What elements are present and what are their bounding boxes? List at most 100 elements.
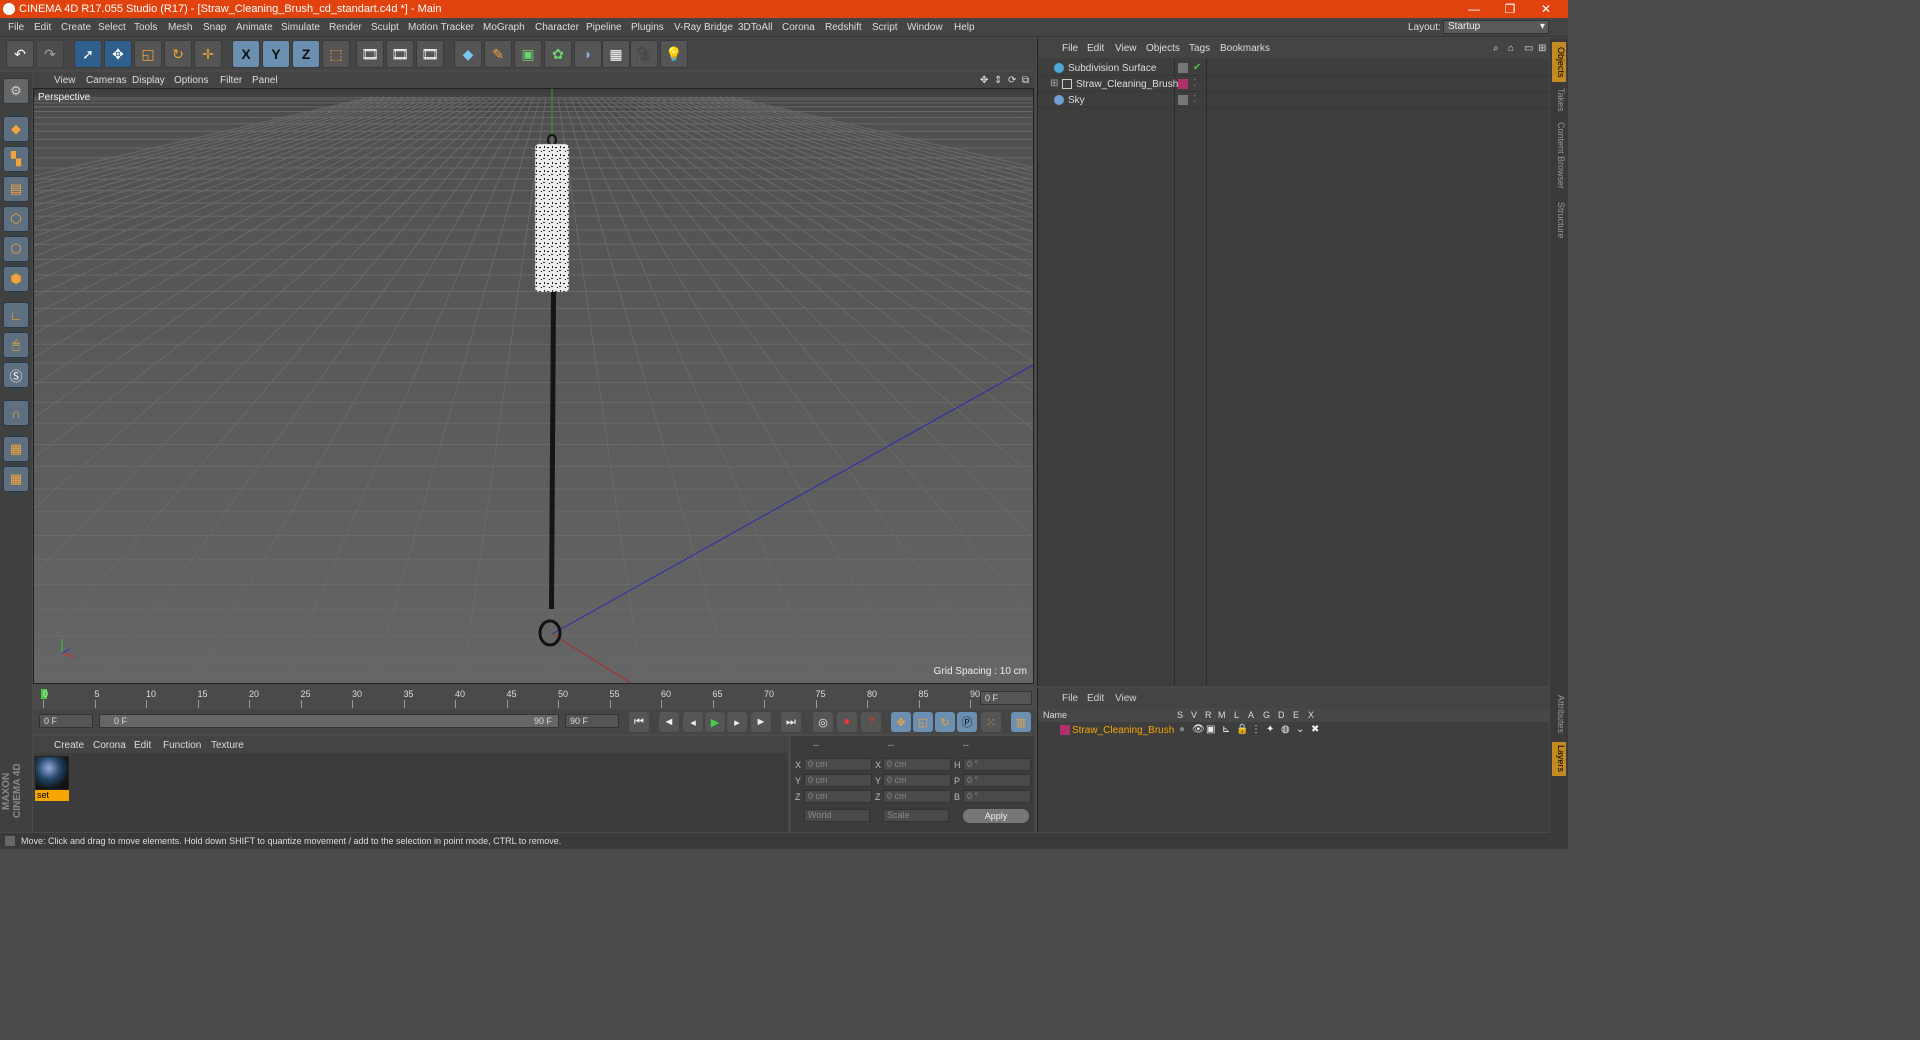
floor-environment-icon[interactable]: ▦ [602, 40, 630, 68]
menu-window[interactable]: Window [907, 22, 943, 33]
go-to-start-icon[interactable]: ⏮ [629, 712, 649, 732]
x-axis-lock-button[interactable]: X [232, 40, 260, 68]
menu-snap[interactable]: Snap [203, 22, 226, 33]
frame-range-slider[interactable]: 0 F 90 F [99, 714, 559, 728]
object-menu-view[interactable]: View [1115, 43, 1137, 54]
editor-visibility-icon[interactable] [1178, 95, 1188, 105]
menu-simulate[interactable]: Simulate [281, 22, 320, 33]
position-z-field[interactable]: 0 cm [804, 790, 872, 803]
live-selection-icon[interactable]: ✛ [194, 40, 222, 68]
menu-sculpt[interactable]: Sculpt [371, 22, 399, 33]
object-menu-file[interactable]: File [1062, 43, 1078, 54]
tab-structure[interactable]: Structure [1552, 198, 1566, 242]
position-x-field[interactable]: 0 cm [804, 758, 872, 771]
tab-takes[interactable]: Takes [1552, 86, 1566, 114]
menu-animate[interactable]: Animate [236, 22, 273, 33]
menu-plugins[interactable]: Plugins [631, 22, 664, 33]
move-tool-icon[interactable]: ✥ [104, 40, 132, 68]
edges-mode-icon[interactable]: ⬡ [3, 236, 29, 262]
visibility-dots-icon[interactable]: ⁚ [1193, 78, 1196, 89]
size-x-field[interactable]: 0 cm [883, 758, 951, 771]
select-tool-icon[interactable]: ➚ [74, 40, 102, 68]
editor-visibility-icon[interactable] [1178, 63, 1188, 73]
viewport-maximize-icon[interactable]: ⧉ [1022, 75, 1029, 86]
expressions-toggle-icon[interactable]: ⌄ [1296, 724, 1304, 735]
workplane-settings-icon[interactable]: ▦ [3, 466, 29, 492]
apply-button[interactable]: Apply [963, 809, 1029, 823]
menu-corona[interactable]: Corona [782, 22, 815, 33]
material-swatch[interactable]: set [35, 756, 69, 802]
layer-menu-edit[interactable]: Edit [1087, 693, 1104, 704]
workplane-lock-icon[interactable]: ▦ [3, 436, 29, 462]
tab-attributes[interactable]: Attributes [1552, 690, 1566, 738]
viewport-menu-cameras[interactable]: Cameras [86, 75, 127, 86]
z-axis-lock-button[interactable]: Z [292, 40, 320, 68]
previous-frame-icon[interactable]: ◂ [683, 712, 703, 732]
material-menu-function[interactable]: Function [163, 740, 201, 751]
render-view-icon[interactable]: 🎞 [356, 40, 384, 68]
viewport-zoom-icon[interactable]: ⇕ [994, 75, 1002, 86]
close-button[interactable]: ✕ [1528, 1, 1564, 17]
viewport-menu-view[interactable]: View [54, 75, 76, 86]
start-frame-field[interactable]: 0 F [39, 714, 93, 728]
timeline-ruler[interactable]: 0 5 10 15 20 25 30 35 40 45 50 55 60 65 70 75 80 85 90 0 F [33, 686, 1034, 710]
visible-toggle-icon[interactable]: 👁 [1192, 724, 1205, 735]
animation-toggle-icon[interactable]: ⋮ [1251, 724, 1261, 735]
scale-tool-icon[interactable]: ◱ [134, 40, 162, 68]
layer-row[interactable]: Straw_Cleaning_Brush ● 👁 ▣ ⊾ 🔒 ⋮ ✦ ◍ ⌄ ✖ [1038, 722, 1550, 738]
menu-mesh[interactable]: Mesh [168, 22, 192, 33]
object-row-straw-cleaning-brush[interactable]: ⊞ Straw_Cleaning_Brush ⁚ [1038, 76, 1550, 92]
rotation-p-field[interactable]: 0 ° [963, 774, 1031, 787]
subdivision-surface-icon[interactable]: ▣ [514, 40, 542, 68]
position-y-field[interactable]: 0 cm [804, 774, 872, 787]
material-menu-texture[interactable]: Texture [211, 740, 244, 751]
viewport-scene[interactable] [34, 89, 1034, 684]
size-z-field[interactable]: 0 cm [883, 790, 951, 803]
viewport-rotate-icon[interactable]: ⟳ [1008, 75, 1016, 86]
next-key-icon[interactable]: ► [751, 712, 771, 732]
menu-redshift[interactable]: Redshift [825, 22, 862, 33]
render-picture-viewer-icon[interactable]: 🎞 [386, 40, 414, 68]
xref-toggle-icon[interactable]: ✖ [1311, 724, 1319, 735]
render-toggle-icon[interactable]: ▣ [1206, 724, 1215, 735]
object-menu-objects[interactable]: Objects [1146, 43, 1180, 54]
deformers-toggle-icon[interactable]: ◍ [1281, 724, 1290, 735]
enabled-check-icon[interactable]: ✔ [1193, 62, 1201, 73]
menu-pipeline[interactable]: Pipeline [586, 22, 622, 33]
viewport-menu-options[interactable]: Options [174, 75, 208, 86]
menu-vray-bridge[interactable]: V-Ray Bridge [674, 22, 733, 33]
manager-toggle-icon[interactable]: ⊾ [1222, 724, 1230, 735]
menu-script[interactable]: Script [872, 22, 898, 33]
key-pla-icon[interactable]: ⁙ [981, 712, 1001, 732]
object-menu-edit[interactable]: Edit [1087, 43, 1104, 54]
keyframe-selection-icon[interactable]: ? [861, 712, 881, 732]
object-menu-bookmarks[interactable]: Bookmarks [1220, 43, 1270, 54]
menu-motion-tracker[interactable]: Motion Tracker [408, 22, 474, 33]
timeline-window-icon[interactable]: ▥ [1011, 712, 1031, 732]
go-to-end-icon[interactable]: ⏭ [781, 712, 801, 732]
tab-layers[interactable]: Layers [1552, 742, 1566, 776]
workplane-mode-icon[interactable]: ▤ [3, 176, 29, 202]
coordinate-system-icon[interactable]: ⬚ [322, 40, 350, 68]
key-rotation-icon[interactable]: ↻ [935, 712, 955, 732]
lock-toggle-icon[interactable]: 🔒 [1236, 724, 1248, 735]
menu-3dtoall[interactable]: 3DToAll [738, 22, 772, 33]
3d-viewport[interactable]: Perspective Grid Spacing : 10 cm [33, 88, 1034, 684]
camera-icon[interactable]: 🎥 [630, 40, 658, 68]
viewport-menu-filter[interactable]: Filter [220, 75, 242, 86]
layer-menu-view[interactable]: View [1115, 693, 1137, 704]
expand-icon[interactable]: ⊞ [1538, 43, 1546, 54]
current-frame-field[interactable]: 0 F [980, 691, 1032, 705]
viewport-move-icon[interactable]: ✥ [980, 75, 988, 86]
make-editable-icon[interactable]: ⚙ [3, 78, 29, 104]
points-mode-icon[interactable]: ⬡ [3, 206, 29, 232]
layer-color-swatch[interactable] [1060, 725, 1070, 735]
light-bulb-icon[interactable]: 💡 [660, 40, 688, 68]
axis-mode-icon[interactable]: ∟ [3, 302, 29, 328]
next-frame-icon[interactable]: ▸ [727, 712, 747, 732]
menu-edit[interactable]: Edit [34, 22, 51, 33]
polygons-mode-icon[interactable]: ⬢ [3, 266, 29, 292]
viewport-menu-display[interactable]: Display [132, 75, 165, 86]
viewport-menu-panel[interactable]: Panel [252, 75, 278, 86]
solo-toggle-icon[interactable]: ● [1179, 724, 1185, 735]
